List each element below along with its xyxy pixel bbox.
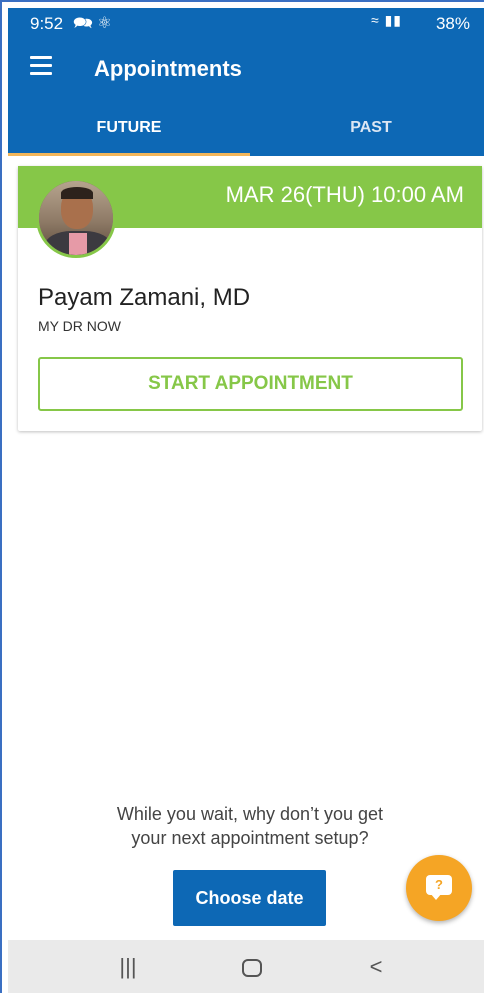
start-appointment-button[interactable]: START APPOINTMENT xyxy=(38,357,463,411)
prompt-line-2: your next appointment setup? xyxy=(131,828,369,848)
system-nav-bar: ||| < xyxy=(8,940,484,993)
tab-past[interactable]: PAST xyxy=(250,100,484,156)
appointment-card: MAR 26(THU) 10:00 AM Payam Zamani, MD MY… xyxy=(18,166,482,431)
tab-past-label: PAST xyxy=(350,119,392,136)
battery-level: 38% xyxy=(435,14,470,33)
status-bar: 9:52 🗪 ⚛ ≈ ▮▮ 38% xyxy=(8,8,484,38)
home-icon[interactable] xyxy=(222,950,282,984)
chat-help-button[interactable]: ? xyxy=(406,855,472,921)
doctor-organization: MY DR NOW xyxy=(38,318,121,334)
doctor-name: Payam Zamani, MD xyxy=(38,284,251,311)
signal-icon: ≈ ▮▮ xyxy=(371,12,402,28)
tab-indicator xyxy=(8,153,250,156)
prompt-line-1: While you wait, why don’t you get xyxy=(116,804,384,824)
app-bar: Appointments xyxy=(8,38,484,100)
doctor-avatar xyxy=(36,178,116,258)
tab-bar: FUTURE PAST xyxy=(8,100,484,156)
next-appointment-prompt: While you wait, why don’t you get your n… xyxy=(40,802,460,850)
page-title: Appointments xyxy=(94,56,242,81)
status-time: 9:52 xyxy=(30,14,64,33)
menu-icon[interactable] xyxy=(30,56,52,78)
recents-icon[interactable]: ||| xyxy=(98,950,158,984)
notification-icons: 🗪 ⚛ xyxy=(73,15,112,32)
tab-future[interactable]: FUTURE xyxy=(8,100,250,156)
back-icon[interactable]: < xyxy=(346,950,406,984)
appointment-datetime: MAR 26(THU) 10:00 AM xyxy=(225,182,464,207)
chat-help-icon: ? xyxy=(426,875,452,895)
choose-date-button[interactable]: Choose date xyxy=(173,870,326,926)
tab-future-label: FUTURE xyxy=(96,119,162,136)
